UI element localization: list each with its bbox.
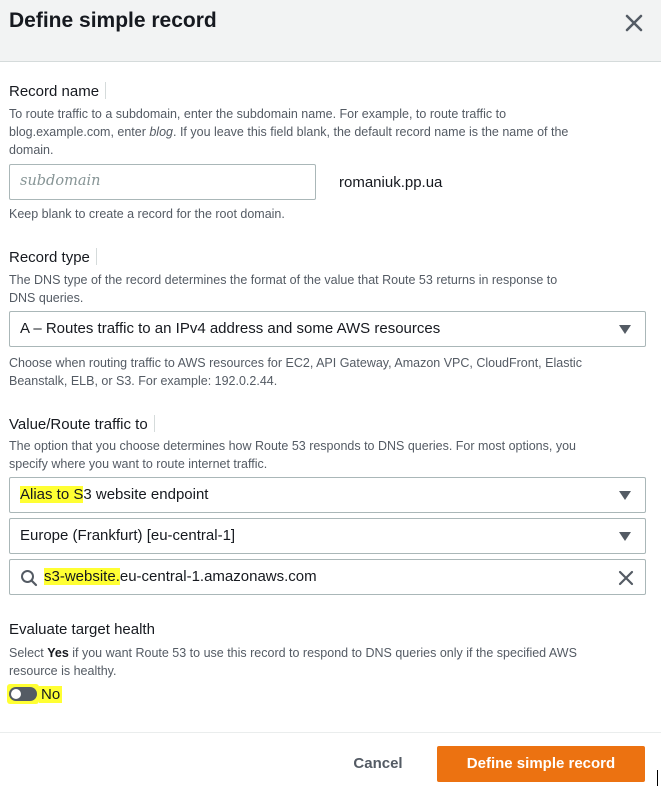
record-type-label: Record type xyxy=(9,248,97,266)
toggle-knob xyxy=(11,689,21,699)
endpoint-type-select[interactable]: Alias to S3 website endpoint xyxy=(9,477,646,513)
close-icon[interactable] xyxy=(622,11,646,35)
health-description: Select Yes if you want Route 53 to use t… xyxy=(9,646,577,678)
caret-down-icon xyxy=(619,491,631,500)
region-value: Europe (Frankfurt) [eu-central-1] xyxy=(20,527,236,544)
dialog-title: Define simple record xyxy=(9,9,217,32)
record-type-select[interactable]: A – Routes traffic to an IPv4 address an… xyxy=(9,311,646,347)
domain-suffix: romaniuk.pp.ua xyxy=(339,174,443,191)
caret-down-icon xyxy=(619,532,631,541)
dialog-header: Define simple record xyxy=(0,0,661,62)
define-simple-record-button[interactable]: Define simple record xyxy=(437,746,645,782)
subdomain-input[interactable]: subdomain xyxy=(9,164,316,200)
endpoint-value: s3-website.eu-central-1.amazonaws.com xyxy=(44,568,317,585)
footer-divider xyxy=(0,732,661,733)
route-traffic-description: The option that you choose determines ho… xyxy=(9,439,576,471)
health-toggle[interactable] xyxy=(9,687,37,701)
record-name-label: Record name xyxy=(9,82,107,100)
clear-icon[interactable] xyxy=(617,569,635,587)
region-select[interactable]: Europe (Frankfurt) [eu-central-1] xyxy=(9,518,646,554)
record-name-description: To route traffic to a subdomain, enter t… xyxy=(9,107,569,157)
record-name-hint: Keep blank to create a record for the ro… xyxy=(9,207,285,221)
record-type-value: A – Routes traffic to an IPv4 address an… xyxy=(20,320,441,337)
health-label: Evaluate target health xyxy=(9,621,155,638)
caret-down-icon xyxy=(619,325,631,334)
text-cursor xyxy=(657,770,658,786)
record-type-description: The DNS type of the record determines th… xyxy=(9,273,558,305)
endpoint-search-input[interactable]: s3-website.eu-central-1.amazonaws.com xyxy=(9,559,646,595)
search-icon xyxy=(21,570,38,587)
endpoint-type-value: Alias to S3 website endpoint xyxy=(20,486,209,503)
health-toggle-label: No xyxy=(39,686,63,703)
record-type-hint: Choose when routing traffic to AWS resou… xyxy=(9,356,582,388)
cancel-button[interactable]: Cancel xyxy=(340,746,416,782)
route-traffic-label: Value/Route traffic to xyxy=(9,415,155,433)
health-toggle-highlight xyxy=(7,684,39,704)
